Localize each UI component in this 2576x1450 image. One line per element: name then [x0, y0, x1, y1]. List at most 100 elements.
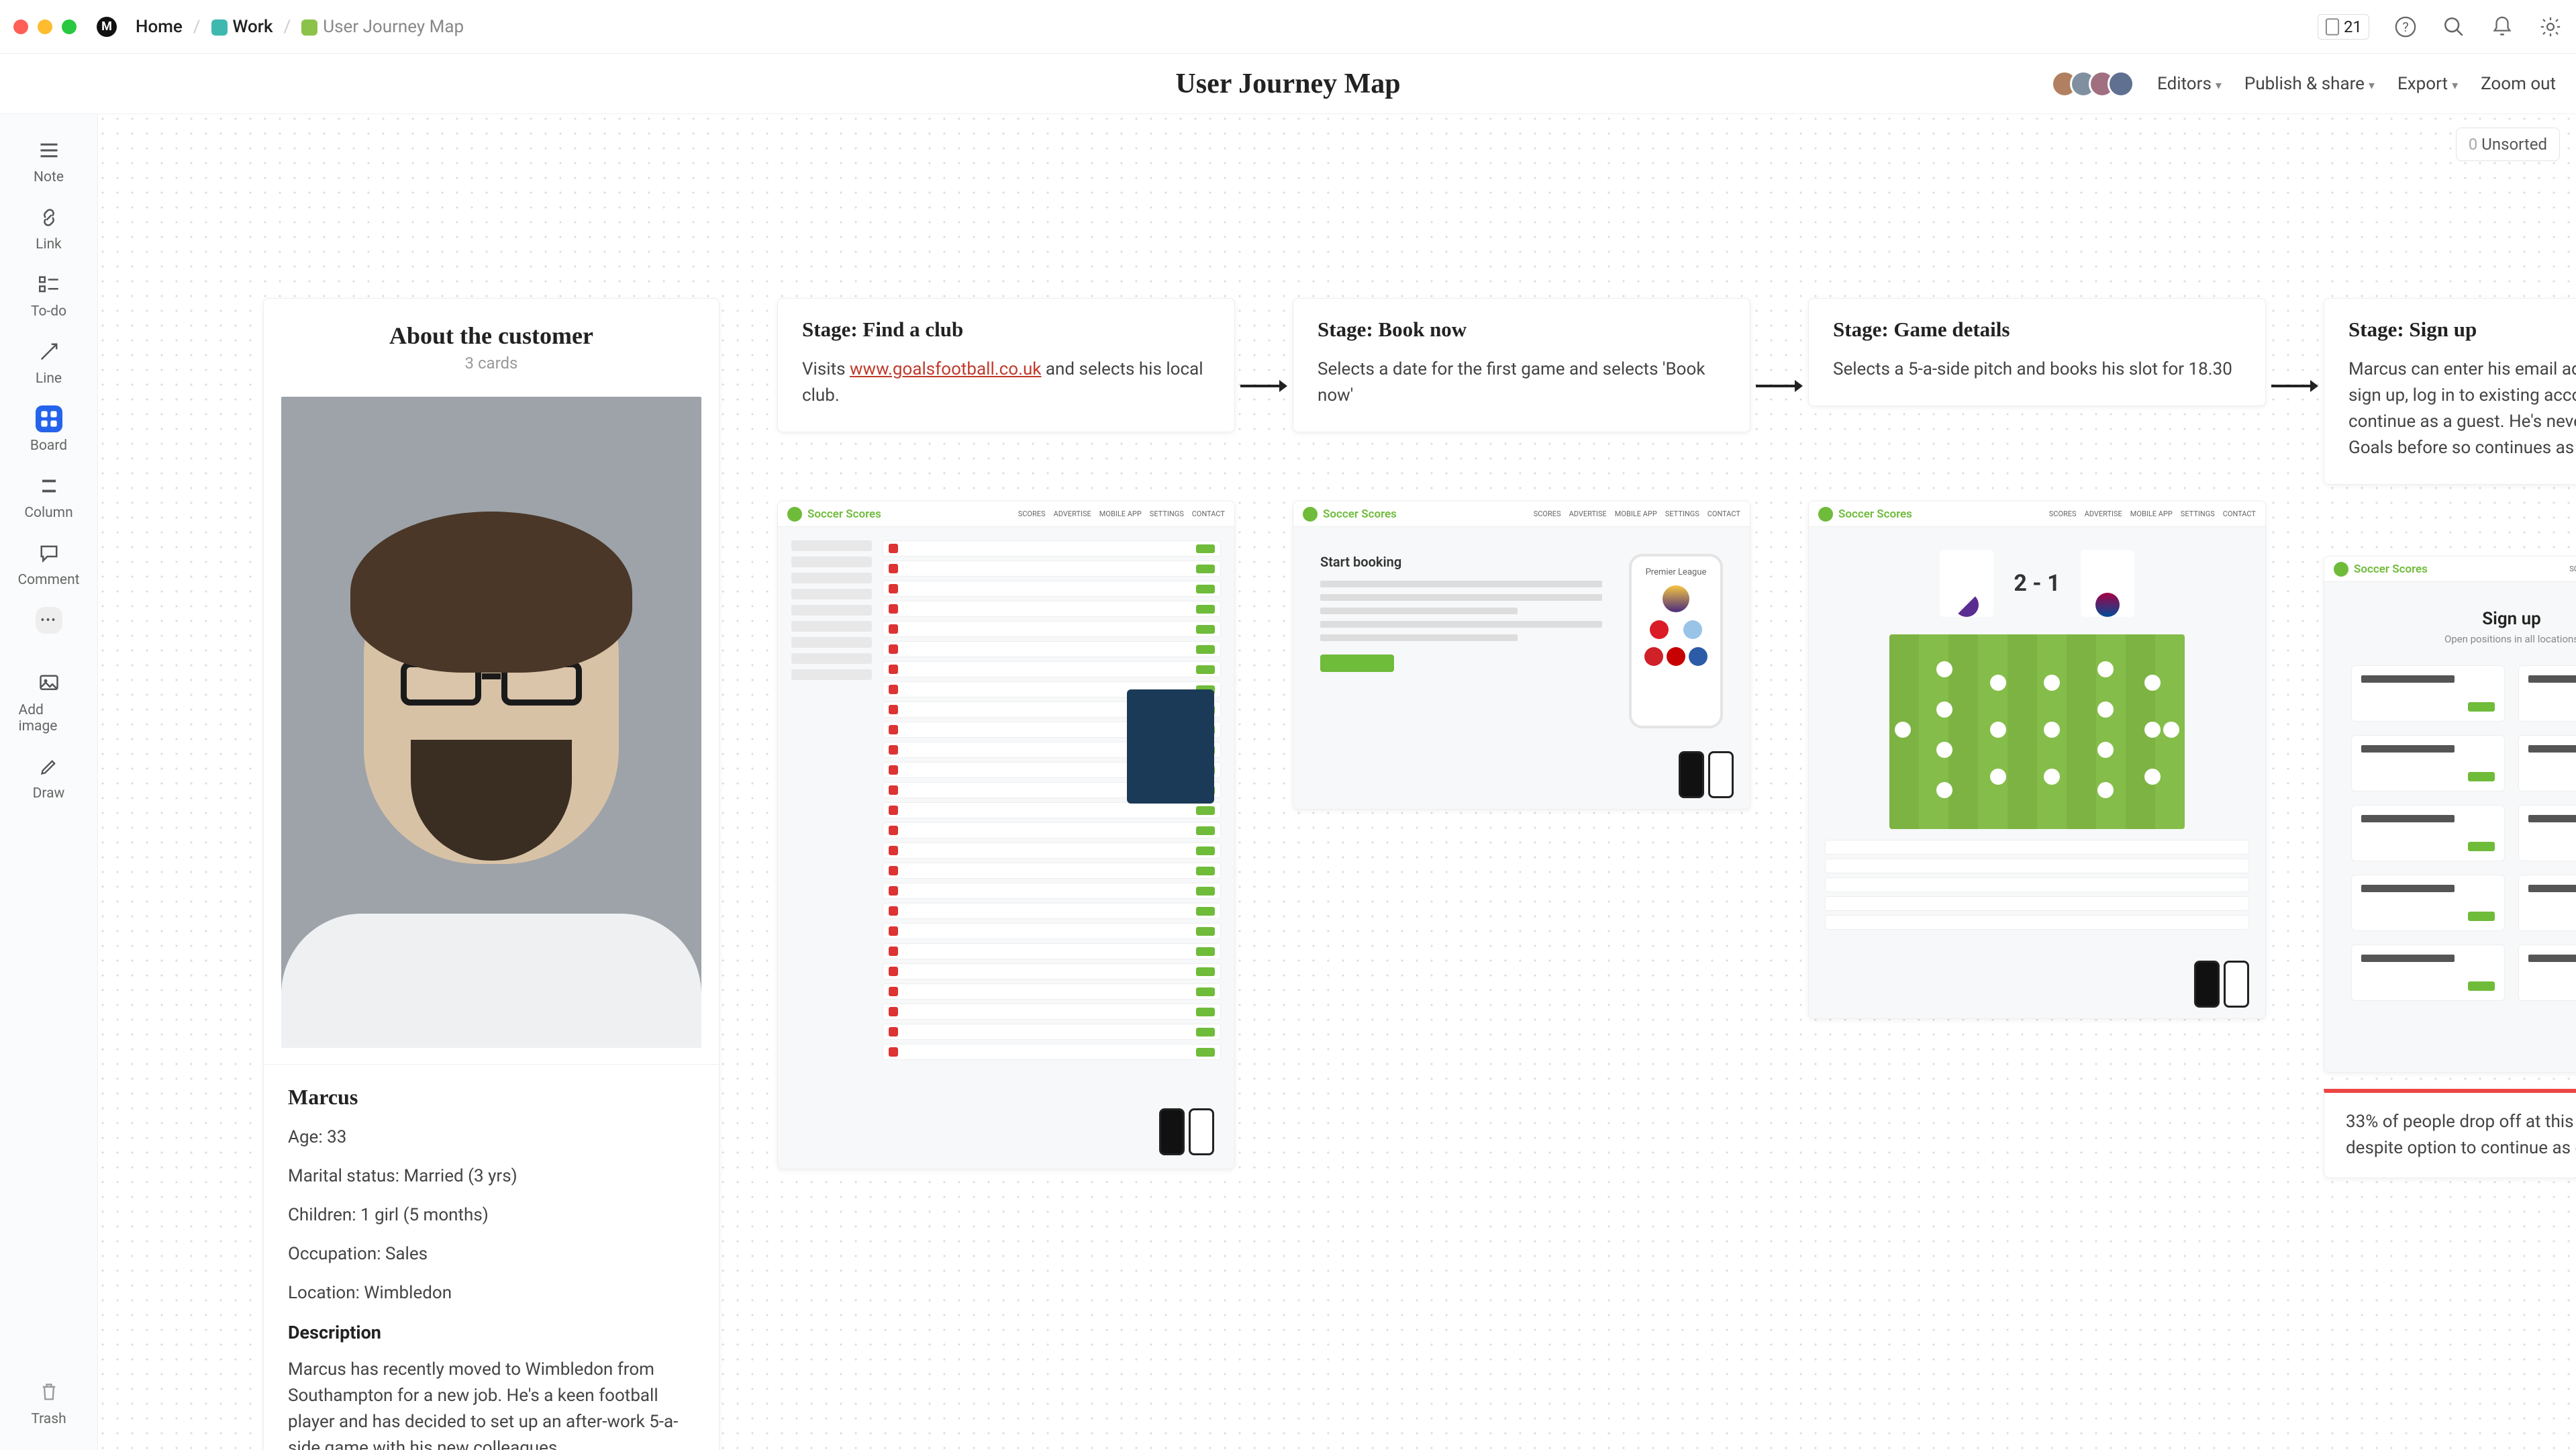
- about-title: About the customer: [264, 322, 719, 350]
- phone-mockup: Premier League: [1629, 554, 1723, 728]
- stage-link[interactable]: www.goalsfootball.co.uk: [850, 359, 1041, 379]
- tool-note-label: Note: [34, 169, 64, 185]
- tool-comment-label: Comment: [17, 572, 79, 588]
- export-dropdown[interactable]: Export▾: [2397, 74, 2458, 94]
- tool-trash[interactable]: Trash: [19, 1369, 79, 1437]
- persona-info-card[interactable]: Marcus Age: 33 Marital status: Married (…: [264, 1064, 719, 1450]
- nav-item: CONTACT: [2223, 510, 2256, 518]
- about-subtitle: 3 cards: [264, 354, 719, 373]
- folder-icon: [301, 19, 317, 36]
- zoom-out-button[interactable]: Zoom out: [2481, 74, 2556, 94]
- stage-title: Stage: Game details: [1833, 318, 2241, 342]
- stage-sign-up-card[interactable]: Stage: Sign up Marcus can enter his emai…: [2324, 298, 2576, 485]
- job-card: [2351, 875, 2505, 931]
- chevron-down-icon: ▾: [2216, 79, 2222, 93]
- window-controls: [13, 19, 77, 34]
- nav-item: SCORES: [2569, 565, 2576, 573]
- dropoff-note-card[interactable]: 33% of people drop off at this stage, de…: [2324, 1089, 2576, 1178]
- unsorted-label: Unsorted: [2481, 135, 2547, 154]
- club-icon: [1683, 620, 1702, 639]
- tool-draw[interactable]: Draw: [19, 744, 79, 811]
- arrow-icon: [1756, 376, 1803, 396]
- stage-find-club-card[interactable]: Stage: Find a club Visits www.goalsfootb…: [777, 298, 1235, 432]
- league-label: Premier League: [1646, 567, 1707, 577]
- tool-comment[interactable]: Comment: [19, 530, 79, 597]
- chevron-down-icon: ▾: [2369, 79, 2375, 93]
- notification-icon[interactable]: [2490, 15, 2514, 39]
- nav-item: MOBILE APP: [1099, 510, 1142, 518]
- settings-icon[interactable]: [2538, 15, 2563, 39]
- tool-draw-label: Draw: [33, 785, 65, 802]
- screenshot-find-club[interactable]: Soccer ScoresSCORESADVERTISEMOBILE APPSE…: [777, 501, 1235, 1169]
- club-icon: [1689, 647, 1707, 666]
- dropoff-text: 33% of people drop off at this stage, de…: [2346, 1112, 2576, 1158]
- editors-dropdown[interactable]: Editors ▾: [2157, 74, 2222, 94]
- club-icon: [1667, 647, 1685, 666]
- tool-column-label: Column: [24, 505, 72, 521]
- stage-description: Selects a date for the first game and se…: [1318, 356, 1726, 409]
- persona-children: Children: 1 girl (5 months): [288, 1205, 695, 1225]
- breadcrumb-home[interactable]: Home: [136, 17, 183, 37]
- tool-board[interactable]: Board: [19, 396, 79, 463]
- stage-book-now-card[interactable]: Stage: Book now Selects a date for the f…: [1293, 298, 1750, 432]
- nav-item: SETTINGS: [2181, 510, 2215, 518]
- help-icon[interactable]: ?: [2393, 15, 2418, 39]
- card-count-badge[interactable]: 21: [2318, 14, 2369, 40]
- arrow-icon: [2271, 376, 2318, 396]
- site-logo-icon: [1303, 507, 1318, 522]
- avatar[interactable]: [2108, 70, 2134, 97]
- persona-description: Marcus has recently moved to Wimbledon f…: [288, 1357, 695, 1450]
- screenshot-book-now[interactable]: Soccer ScoresSCORESADVERTISEMOBILE APPSE…: [1293, 501, 1750, 810]
- job-card: [2518, 945, 2576, 1001]
- brand-icon[interactable]: M: [97, 17, 117, 37]
- publish-label: Publish & share: [2244, 74, 2365, 94]
- stage-description: Visits www.goalsfootball.co.uk and selec…: [802, 356, 1210, 409]
- close-window-icon[interactable]: [13, 19, 28, 34]
- tool-more[interactable]: •••: [19, 597, 79, 643]
- tool-todo-label: To-do: [31, 303, 66, 320]
- editors-label: Editors: [2157, 74, 2212, 94]
- breadcrumb: M Home / Work / User Journey Map: [97, 17, 464, 37]
- tool-todo[interactable]: To-do: [19, 262, 79, 329]
- breadcrumb-work[interactable]: Work: [233, 17, 273, 37]
- minimize-window-icon[interactable]: [38, 19, 52, 34]
- tool-line[interactable]: Line: [19, 329, 79, 396]
- unsorted-count: 0: [2469, 135, 2478, 154]
- breadcrumb-separator: /: [284, 17, 291, 37]
- tool-link-label: Link: [36, 236, 62, 252]
- publish-dropdown[interactable]: Publish & share ▾: [2244, 74, 2375, 94]
- tool-column[interactable]: Column: [19, 463, 79, 530]
- search-icon[interactable]: [2442, 15, 2466, 39]
- screenshot-sign-up[interactable]: Soccer ScoresSCORESMOBILE APPSETTINGS Si…: [2324, 556, 2576, 1073]
- promo-card: [1127, 689, 1214, 804]
- screenshot-game-details[interactable]: Soccer ScoresSCORESADVERTISEMOBILE APPSE…: [1808, 501, 2266, 1019]
- board-canvas[interactable]: 0Unsorted About the customer 3 cards Mar…: [98, 114, 2576, 1450]
- stage-description: Selects a 5-a-side pitch and books his s…: [1833, 356, 2241, 383]
- main-area: Note Link To-do Line Board Column Commen…: [0, 114, 2576, 1450]
- job-card: [2518, 665, 2576, 722]
- stage-game-details-card[interactable]: Stage: Game details Selects a 5-a-side p…: [1808, 298, 2266, 406]
- phone-mockups: [2194, 961, 2249, 1008]
- nav-item: ADVERTISE: [2085, 510, 2122, 518]
- about-customer-card[interactable]: About the customer 3 cards Marcus Age: 3…: [263, 298, 720, 1450]
- site-brand: Soccer Scores: [2354, 563, 2428, 576]
- nav-item: SCORES: [2049, 510, 2077, 518]
- persona-occupation: Occupation: Sales: [288, 1244, 695, 1264]
- tool-note[interactable]: Note: [19, 128, 79, 195]
- more-icon: •••: [36, 607, 62, 634]
- site-logo-icon: [2334, 562, 2348, 577]
- phone-mockups: [1679, 751, 1734, 798]
- job-card: [2351, 805, 2505, 861]
- breadcrumb-current: User Journey Map: [323, 17, 464, 37]
- pitch-diagram: [1889, 634, 2185, 829]
- tool-link[interactable]: Link: [19, 195, 79, 262]
- stage-title: Stage: Sign up: [2348, 318, 2576, 342]
- unsorted-badge[interactable]: 0Unsorted: [2456, 128, 2560, 161]
- phone-mockups: [1159, 1108, 1214, 1155]
- nav-item: SCORES: [1534, 510, 1561, 518]
- book-button: [1320, 655, 1394, 672]
- nav-item: CONTACT: [1707, 510, 1740, 518]
- editor-avatars[interactable]: [2051, 70, 2134, 97]
- tool-add-image[interactable]: Add image: [19, 661, 79, 744]
- maximize-window-icon[interactable]: [62, 19, 77, 34]
